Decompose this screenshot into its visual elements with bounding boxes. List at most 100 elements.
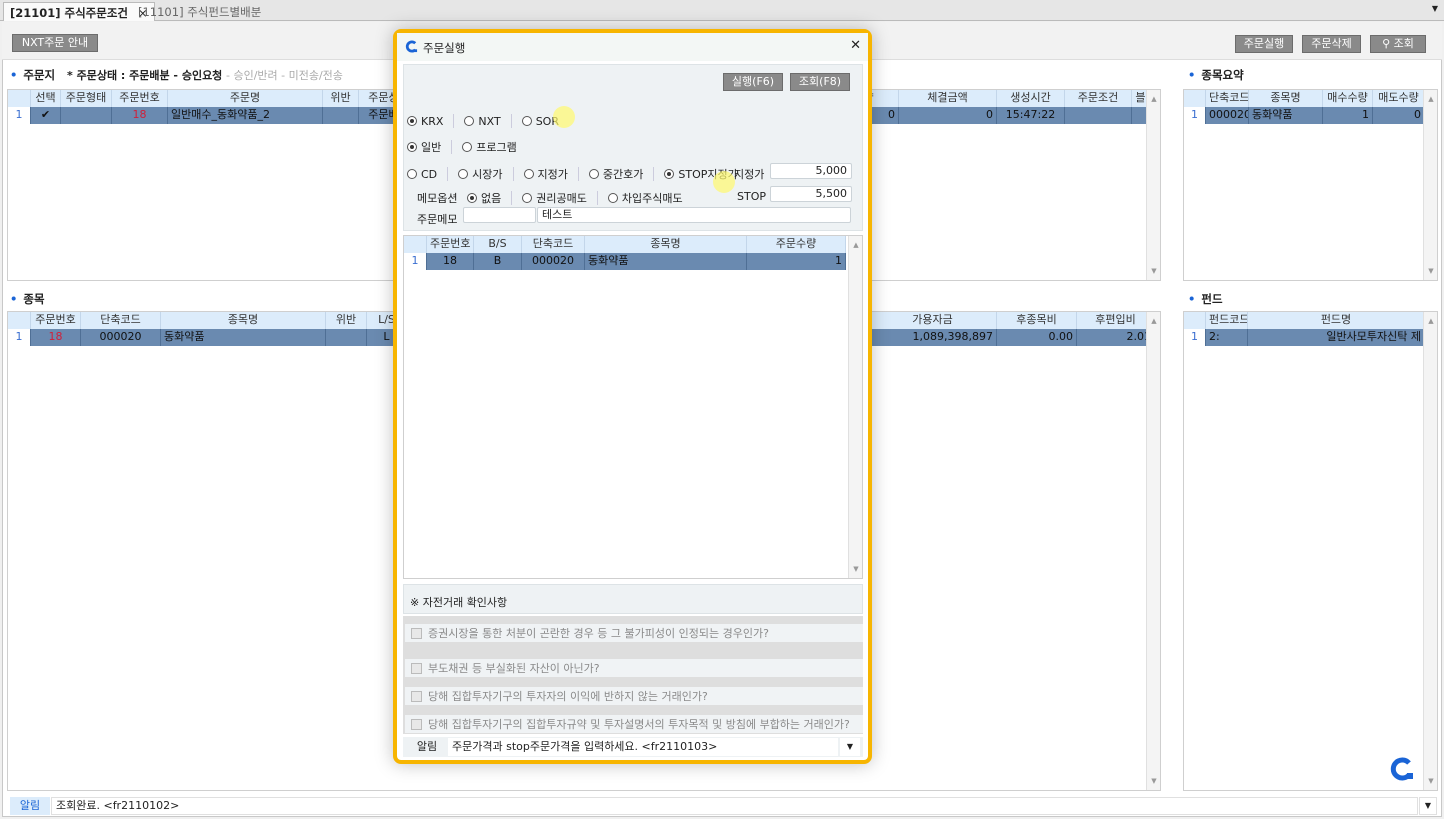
column-header[interactable]: 가용자금 [869, 312, 997, 329]
checkbox[interactable] [411, 718, 422, 730]
nxt-guide-button[interactable]: NXT주문 안내 [12, 34, 98, 52]
column-header[interactable]: 주문조건 [1065, 90, 1132, 107]
close-icon[interactable]: ✕ [850, 38, 861, 53]
checkbox[interactable] [411, 627, 422, 639]
column-header[interactable]: 매도수량 [1373, 90, 1425, 107]
column-header[interactable]: 주문번호 [427, 236, 474, 253]
radio-price_type-3[interactable]: 중간호가 [588, 166, 643, 182]
column-header[interactable]: 생성시간 [997, 90, 1065, 107]
radio-label: 프로그램 [476, 141, 517, 154]
dialog-title-bar[interactable]: 주문실행 ✕ [397, 33, 868, 61]
table-row[interactable]: 1 18 B 000020 동화약품 1 [404, 253, 846, 270]
column-header[interactable]: B/S [474, 236, 522, 253]
app-logo-icon[interactable] [1389, 755, 1417, 783]
column-header[interactable]: 위반 [323, 90, 359, 107]
column-header[interactable]: 체결금액 [899, 90, 997, 107]
column-header[interactable] [1184, 90, 1206, 107]
column-header[interactable] [8, 90, 31, 107]
column-header[interactable]: 단축코드 [1206, 90, 1249, 107]
vertical-scrollbar[interactable]: ▲ ▼ [1146, 90, 1160, 280]
order-status-label: * 주문상태 : 주문배분 - 승인요청 [67, 69, 223, 82]
scroll-down-icon[interactable]: ▼ [1147, 774, 1160, 788]
column-header[interactable]: 펀드코드 [1206, 312, 1248, 329]
tab-fund-allocation[interactable]: [11101] 주식펀드별배분 [132, 2, 267, 21]
scroll-down-icon[interactable]: ▼ [849, 562, 862, 576]
table-row[interactable]: 1 000020 동화약품 1 0 [1184, 107, 1425, 124]
order-delete-button[interactable]: 주문삭제 [1302, 35, 1361, 53]
funds-grid[interactable]: 펀드코드 펀드명 1 2: 일반사모투자신탁 제 ▲ ▼ [1183, 311, 1438, 791]
scroll-up-icon[interactable]: ▲ [1424, 314, 1437, 328]
radio-price_type-1[interactable]: 시장가 [458, 166, 503, 182]
cursor-highlight [553, 106, 575, 128]
column-header[interactable]: 주문수량 [747, 236, 846, 253]
radio-separator [453, 114, 455, 128]
scroll-down-icon[interactable]: ▼ [1424, 774, 1437, 788]
dialog-order-grid[interactable]: 주문번호 B/S 단축코드 종목명 주문수량 1 18 B 000020 동화약품 1 ▲ ▼ [403, 235, 863, 579]
order-memo-code-input[interactable] [463, 207, 536, 223]
column-header[interactable]: 단축코드 [81, 312, 161, 329]
checkbox[interactable] [411, 690, 422, 702]
checkbox[interactable] [411, 662, 422, 674]
checklist-item[interactable]: 당해 집합투자기구의 투자자의 이익에 반하지 않는 거래인가? [405, 687, 863, 705]
scroll-up-icon[interactable]: ▲ [1147, 92, 1160, 106]
column-header[interactable]: 매수수량 [1323, 90, 1373, 107]
column-header[interactable]: 단축코드 [522, 236, 585, 253]
scroll-up-icon[interactable]: ▲ [849, 238, 862, 252]
radio-kind-1[interactable]: 프로그램 [462, 139, 517, 155]
alert-dropdown-button[interactable]: ▼ [840, 738, 860, 756]
radio-price_type-2[interactable]: 지정가 [523, 166, 568, 182]
column-header[interactable] [8, 312, 31, 329]
order-memo-input[interactable]: 테스트 [537, 207, 851, 223]
column-header[interactable]: 선택 [31, 90, 61, 107]
radio-market-1[interactable]: NXT [464, 115, 501, 128]
summary-grid[interactable]: 단축코드 종목명 매수수량 매도수량 1 000020 동화약품 1 0 ▲ ▼ [1183, 89, 1438, 281]
radio-memo_options-0[interactable]: 없음 [467, 190, 501, 206]
status-dropdown-button[interactable]: ▼ [1419, 797, 1437, 815]
vertical-scrollbar[interactable]: ▲ ▼ [1146, 312, 1160, 790]
scroll-up-icon[interactable]: ▲ [1147, 314, 1160, 328]
vertical-scrollbar[interactable]: ▲ ▼ [848, 236, 862, 578]
checklist-item[interactable]: 당해 집합투자기구의 집합투자규약 및 투자설명서의 투자목적 및 방침에 부합… [405, 715, 863, 733]
radio-icon [464, 116, 475, 126]
column-header[interactable]: 위반 [326, 312, 367, 329]
radio-label: 시장가 [472, 168, 503, 181]
chevron-down-icon[interactable]: ▼ [1432, 4, 1438, 13]
radio-price_type-0[interactable]: CD [407, 168, 437, 181]
limit-price-input[interactable]: 5,000 [770, 163, 852, 179]
vertical-scrollbar[interactable]: ▲ ▼ [1423, 312, 1437, 790]
stop-price-input[interactable]: 5,500 [770, 186, 852, 202]
radio-memo_options-2[interactable]: 차입주식매도 [607, 190, 683, 206]
vertical-scrollbar[interactable]: ▲ ▼ [1423, 90, 1437, 280]
column-header[interactable]: 주문번호 [112, 90, 168, 107]
search-button[interactable]: ⚲ 조회 [1370, 35, 1426, 53]
checklist-item[interactable]: 부도채권 등 부실화된 자산이 아닌가? [405, 659, 863, 677]
dialog-execute-button[interactable]: 실행(F6) [723, 73, 783, 91]
column-header[interactable] [404, 236, 427, 253]
radio-icon [407, 116, 417, 126]
table-cell [326, 329, 367, 346]
order-execute-button[interactable]: 주문실행 [1235, 35, 1293, 53]
stop-price-label: STOP [737, 190, 766, 203]
dialog-alert-label: 알림 [407, 739, 447, 755]
column-header[interactable]: 종목명 [585, 236, 747, 253]
column-header[interactable]: 주문형태 [61, 90, 112, 107]
radio-market-0[interactable]: KRX [407, 115, 443, 128]
dialog-search-button[interactable]: 조회(F8) [790, 73, 850, 91]
column-header[interactable]: 후편입비 [1077, 312, 1155, 329]
column-header[interactable]: 후종목비 [997, 312, 1077, 329]
column-header[interactable]: 주문번호 [31, 312, 81, 329]
table-cell: 1 [1323, 107, 1373, 124]
checklist-item[interactable]: 증권시장을 통한 처분이 곤란한 경우 등 그 불가피성이 인정되는 경우인가? [405, 624, 863, 642]
table-row[interactable]: 1 2: 일반사모투자신탁 제 [1184, 329, 1425, 346]
radio-kind-0[interactable]: 일반 [407, 139, 441, 155]
scroll-down-icon[interactable]: ▼ [1147, 264, 1160, 278]
column-header[interactable]: 종목명 [1249, 90, 1323, 107]
scroll-up-icon[interactable]: ▲ [1424, 92, 1437, 106]
radio-memo_options-1[interactable]: 권리공매도 [522, 190, 587, 206]
column-header[interactable] [1184, 312, 1206, 329]
column-header[interactable]: 주문명 [168, 90, 323, 107]
scroll-down-icon[interactable]: ▼ [1424, 264, 1437, 278]
column-header[interactable]: 펀드명 [1248, 312, 1425, 329]
radio-label: CD [421, 167, 438, 181]
column-header[interactable]: 종목명 [161, 312, 326, 329]
